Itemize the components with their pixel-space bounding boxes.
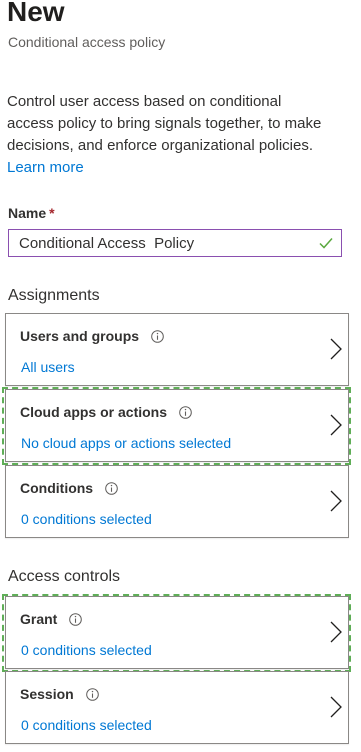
card-title: Cloud apps or actions xyxy=(20,404,192,420)
learn-more-link[interactable]: Learn more xyxy=(7,159,84,176)
page-title: New xyxy=(7,0,65,27)
chevron-right-icon xyxy=(330,696,342,718)
name-label-text: Name xyxy=(8,205,47,221)
card-value: All users xyxy=(21,359,75,375)
card-title: Users and groups xyxy=(20,328,164,344)
info-icon[interactable] xyxy=(151,329,164,343)
chevron-right-icon xyxy=(330,621,342,643)
info-icon[interactable] xyxy=(69,612,83,626)
name-field[interactable] xyxy=(8,229,342,257)
session-card[interactable]: Session 0 conditions selected xyxy=(5,671,349,744)
page-subtitle: Conditional access policy xyxy=(8,34,166,50)
required-marker: * xyxy=(49,205,55,221)
grant-card[interactable]: Grant 0 conditions selected xyxy=(2,594,351,672)
cloud-apps-card[interactable]: Cloud apps or actions No cloud apps or a… xyxy=(2,387,351,465)
name-label: Name * xyxy=(8,205,55,221)
card-title-text: Users and groups xyxy=(20,328,140,344)
users-and-groups-card[interactable]: Users and groups All users xyxy=(5,313,349,386)
conditions-card[interactable]: Conditions 0 conditions selected xyxy=(5,465,349,538)
card-value: 0 conditions selected xyxy=(21,511,152,527)
card-title-text: Cloud apps or actions xyxy=(20,404,168,420)
check-icon xyxy=(319,238,333,249)
card-title-text: Session xyxy=(20,686,74,702)
card-title: Conditions xyxy=(20,480,118,496)
name-input[interactable] xyxy=(9,231,309,255)
policy-description: Control user access based on conditional… xyxy=(7,91,327,179)
card-title: Grant xyxy=(20,611,83,627)
assignments-heading: Assignments xyxy=(8,287,100,304)
chevron-right-icon xyxy=(330,414,342,436)
card-value: 0 conditions selected xyxy=(21,717,152,733)
info-icon[interactable] xyxy=(105,481,118,495)
description-text: Control user access based on conditional… xyxy=(7,93,322,154)
card-title-text: Grant xyxy=(20,611,58,627)
access-controls-heading: Access controls xyxy=(8,568,121,585)
info-icon[interactable] xyxy=(85,687,99,701)
card-title: Session xyxy=(20,686,99,702)
chevron-right-icon xyxy=(330,490,342,512)
info-icon[interactable] xyxy=(179,405,192,419)
card-value: 0 conditions selected xyxy=(21,642,152,658)
chevron-right-icon xyxy=(330,338,342,360)
card-value: No cloud apps or actions selected xyxy=(21,435,232,451)
card-title-text: Conditions xyxy=(20,480,94,496)
